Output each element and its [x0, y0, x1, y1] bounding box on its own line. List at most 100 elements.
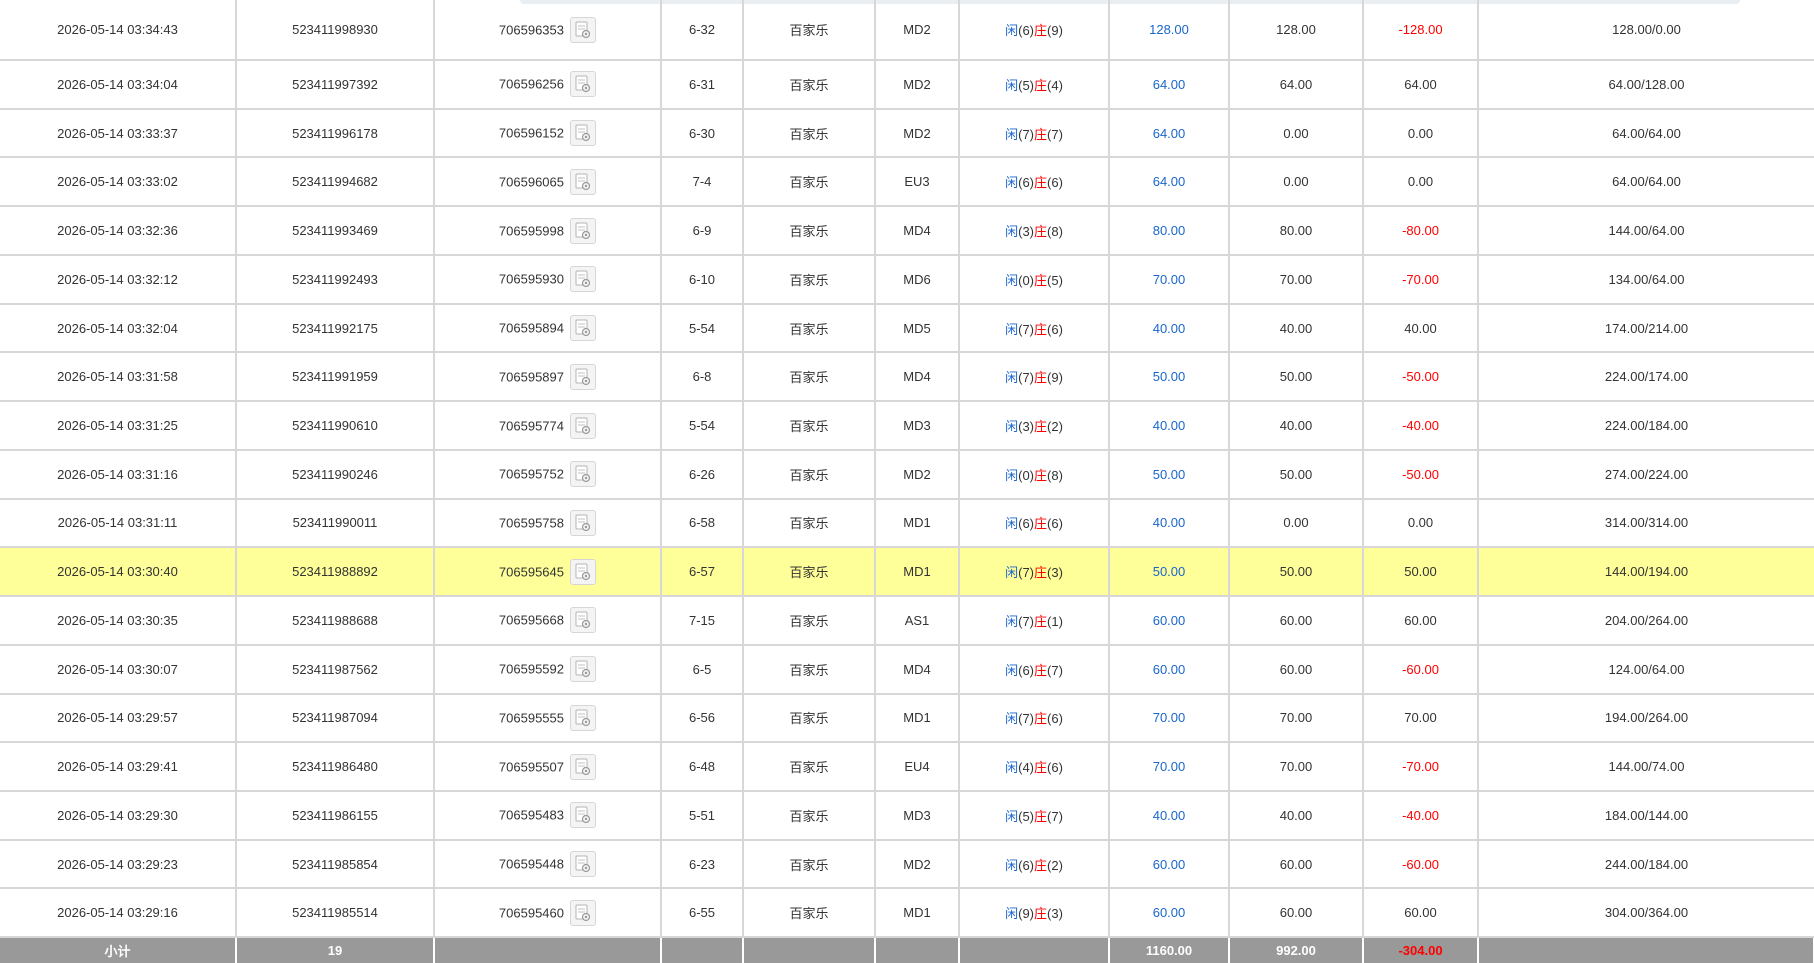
- balance: 224.00/174.00: [1478, 352, 1814, 403]
- bet-time: 2026-05-14 03:34:43: [0, 0, 237, 61]
- win-text: 50.00: [1404, 564, 1437, 580]
- bet-time: 2026-05-14 03:33:02: [0, 157, 237, 208]
- round-id: 706595592: [498, 661, 564, 677]
- valid-amount: 0.00: [1229, 498, 1364, 549]
- dealer-text: MD1: [903, 564, 931, 580]
- bet-id-text: 523411994682: [292, 174, 378, 190]
- table-number: 7-4: [661, 157, 744, 208]
- round-detail-icon[interactable]: [570, 802, 596, 829]
- player-points: (6): [1018, 175, 1034, 191]
- bet-id-text: 523411988688: [292, 612, 378, 628]
- round-detail-icon[interactable]: [570, 412, 596, 439]
- banker-label: 庄: [1034, 419, 1048, 434]
- round-detail-icon[interactable]: [570, 656, 596, 683]
- round-detail-icon[interactable]: [570, 558, 596, 585]
- win-text: -60.00: [1402, 661, 1439, 677]
- balance: 244.00/184.00: [1478, 839, 1814, 890]
- round-id: 706595752: [498, 466, 564, 482]
- dealer-text: MD1: [903, 905, 931, 921]
- bet-id: 523411990610: [236, 401, 435, 451]
- subtotal-count: 19: [236, 937, 435, 963]
- balance: 128.00/0.00: [1478, 0, 1814, 61]
- table-text: 6-31: [688, 76, 716, 92]
- balance: 314.00/314.00: [1478, 498, 1814, 549]
- subtotal-valid: 992.00: [1229, 937, 1364, 963]
- win-loss: 0.00: [1363, 498, 1479, 549]
- valid-text: 70.00: [1279, 710, 1313, 726]
- banker-points: (6): [1047, 175, 1063, 191]
- round-detail-icon[interactable]: [570, 120, 596, 147]
- round-detail-icon[interactable]: [570, 363, 596, 390]
- banker-points: (3): [1047, 906, 1063, 922]
- balance-text: 144.00/74.00: [1608, 759, 1685, 775]
- bet-id: 523411992493: [236, 254, 435, 305]
- round-detail-icon[interactable]: [570, 509, 596, 536]
- time-text: 2026-05-14 03:30:40: [57, 564, 178, 580]
- win-loss: -60.00: [1363, 644, 1479, 695]
- round-detail-icon[interactable]: [570, 607, 596, 634]
- banker-label: 庄: [1034, 906, 1048, 922]
- round-detail-icon[interactable]: [570, 851, 596, 878]
- time-text: 2026-05-14 03:29:16: [57, 905, 178, 921]
- round-detail-icon[interactable]: [570, 71, 596, 98]
- round-detail-icon[interactable]: [570, 315, 596, 342]
- table-number: 5-54: [661, 303, 744, 354]
- round-cell: 706595448: [434, 839, 662, 890]
- round-id: 706595930: [498, 271, 564, 287]
- round-detail-icon[interactable]: [570, 16, 596, 43]
- dealer-code: AS1: [875, 596, 960, 646]
- banker-points: (8): [1047, 224, 1063, 240]
- round-detail-icon[interactable]: [570, 266, 596, 293]
- bet-amount: 60.00: [1109, 596, 1230, 646]
- dealer-code: EU4: [875, 742, 960, 793]
- bet-amount: 50.00: [1109, 352, 1230, 403]
- player-points: (7): [1018, 565, 1034, 581]
- round-id: 706595894: [498, 320, 564, 336]
- round-detail-icon[interactable]: [570, 168, 596, 195]
- round-id: 706595774: [498, 418, 564, 433]
- table-text: 6-32: [688, 22, 716, 37]
- valid-amount: 70.00: [1229, 254, 1364, 305]
- bet-id: 523411986155: [236, 791, 435, 841]
- balance-text: 64.00/128.00: [1608, 76, 1685, 92]
- round-detail-icon[interactable]: [570, 217, 596, 244]
- round-id: 706596152: [498, 125, 564, 141]
- player-label: 闲: [1005, 565, 1019, 581]
- win-loss: -50.00: [1363, 449, 1479, 500]
- round-cell: 706595483: [434, 791, 662, 841]
- dealer-code: MD4: [875, 352, 960, 403]
- balance: 144.00/64.00: [1478, 206, 1814, 256]
- round-detail-icon[interactable]: [570, 753, 596, 780]
- round-id: 706595998: [498, 223, 564, 239]
- bet-id-text: 523411990246: [292, 466, 378, 482]
- dealer-text: MD1: [903, 515, 931, 531]
- bet-text: 128.00: [1149, 22, 1189, 37]
- player-points: (3): [1018, 419, 1034, 434]
- game-text: 百家乐: [789, 906, 829, 922]
- table-row: 2026-05-14 03:31:16 523411990246 7065957…: [0, 449, 1814, 500]
- player-label: 闲: [1005, 906, 1019, 922]
- dealer-code: MD2: [875, 839, 960, 890]
- round-detail-icon[interactable]: [570, 461, 596, 488]
- banker-label: 庄: [1034, 23, 1048, 38]
- banker-points: (6): [1047, 711, 1063, 727]
- table-number: 6-23: [661, 839, 744, 890]
- bet-id-text: 523411985854: [292, 856, 378, 872]
- round-detail-icon[interactable]: [570, 704, 596, 731]
- bet-id: 523411998930: [236, 0, 435, 61]
- valid-amount: 64.00: [1229, 60, 1364, 110]
- game-text: 百家乐: [789, 321, 829, 337]
- banker-points: (4): [1047, 77, 1063, 93]
- dealer-text: MD4: [903, 223, 931, 239]
- bet-text: 60.00: [1152, 856, 1186, 872]
- valid-amount: 0.00: [1229, 108, 1364, 159]
- round-id: 706595897: [498, 369, 564, 385]
- round-detail-icon[interactable]: [570, 899, 596, 926]
- round-cell: 706595758: [434, 498, 662, 549]
- bet-amount: 40.00: [1109, 791, 1230, 841]
- win-loss: -40.00: [1363, 791, 1479, 841]
- result: 闲(7)庄(1): [959, 596, 1110, 646]
- valid-text: 60.00: [1279, 905, 1313, 921]
- banker-label: 庄: [1034, 760, 1048, 776]
- valid-amount: 50.00: [1229, 352, 1364, 403]
